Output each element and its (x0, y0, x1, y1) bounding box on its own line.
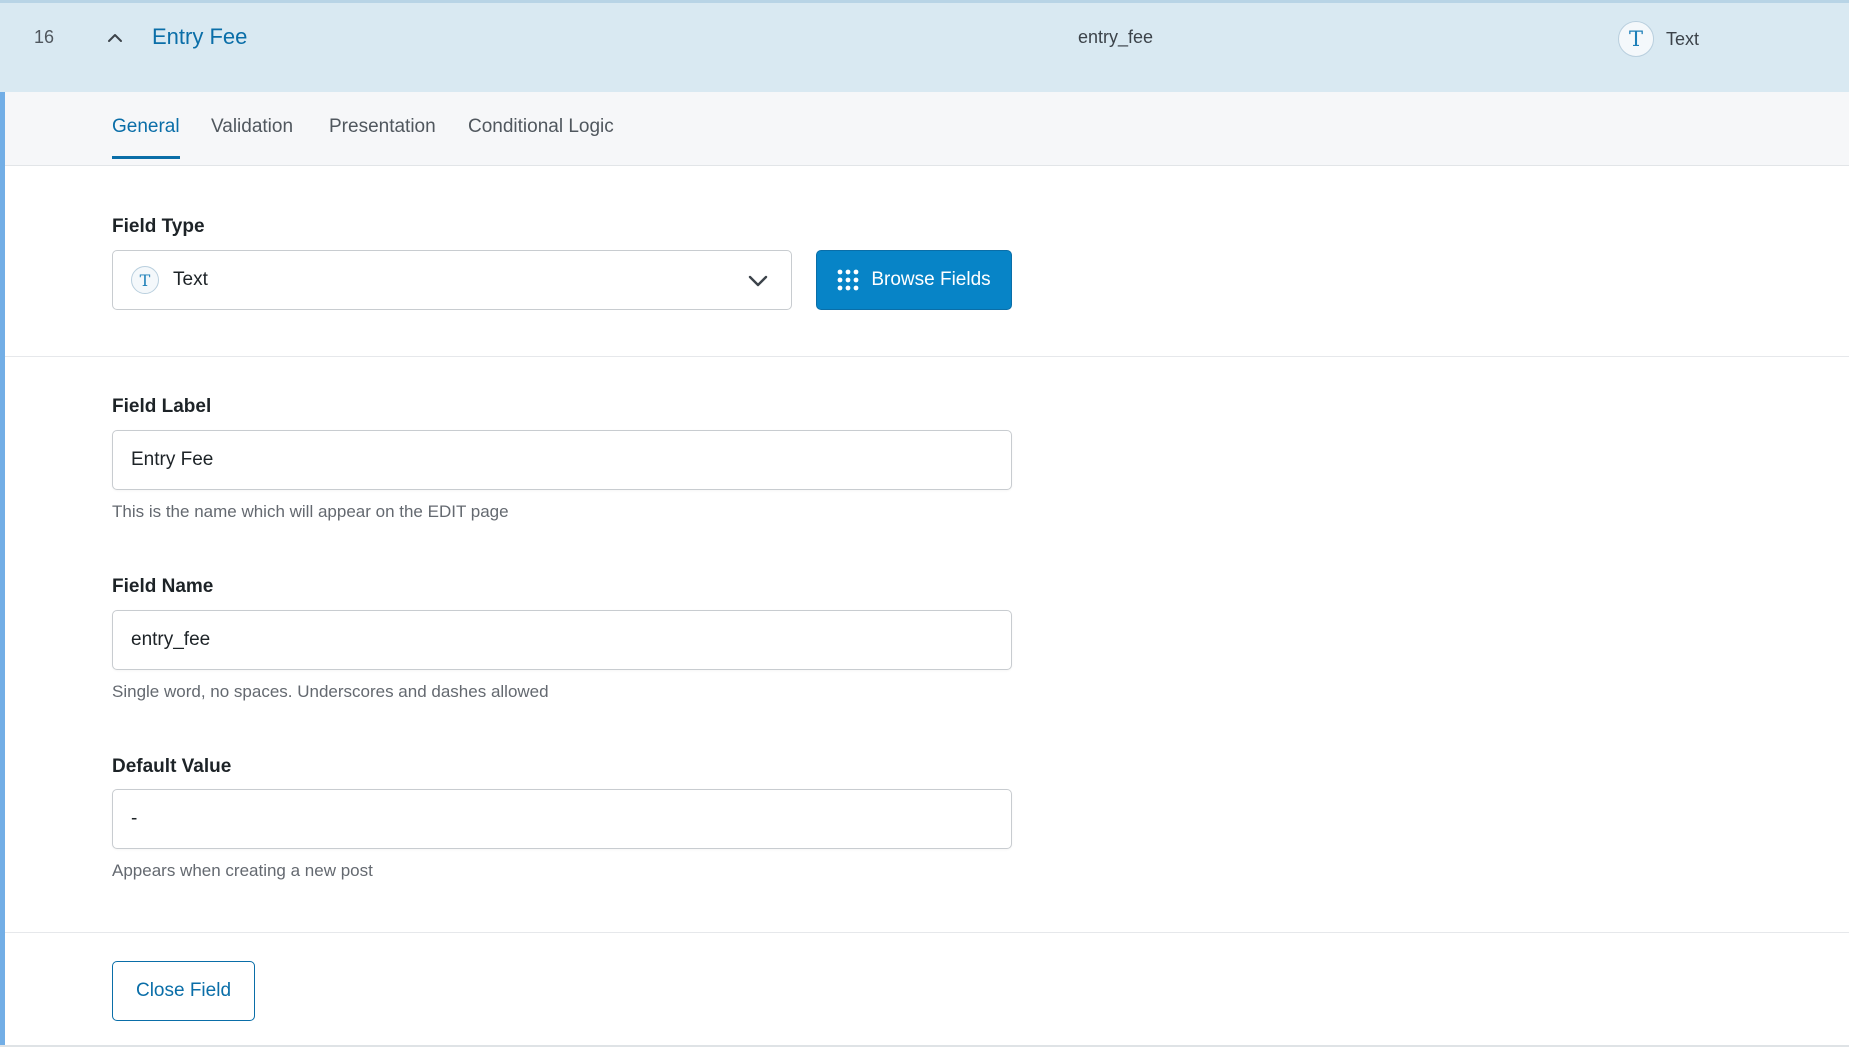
field-label-help: This is the name which will appear on th… (112, 502, 509, 521)
grid-icon (837, 269, 859, 291)
left-accent-bar (0, 92, 5, 1047)
text-type-icon: T (1618, 21, 1654, 57)
field-type-label: Field Type (112, 216, 205, 237)
section-divider (5, 932, 1849, 933)
field-editor: 16 Entry Fee entry_fee T Text General Va… (0, 0, 1849, 1056)
section-divider (5, 356, 1849, 357)
field-type-column: T Text (1618, 21, 1699, 57)
bottom-border (0, 1045, 1849, 1047)
default-value-help: Appears when creating a new post (112, 861, 373, 880)
field-title-link[interactable]: Entry Fee (152, 24, 247, 50)
field-label-heading: Field Label (112, 396, 212, 417)
default-value-input[interactable]: - (112, 789, 1012, 849)
browse-fields-label: Browse Fields (871, 269, 991, 290)
tab-presentation[interactable]: Presentation (329, 116, 436, 156)
default-value-heading: Default Value (112, 756, 232, 777)
tab-conditional-logic[interactable]: Conditional Logic (468, 116, 614, 156)
close-field-button[interactable]: Close Field (112, 961, 255, 1021)
tab-validation[interactable]: Validation (211, 116, 293, 156)
browse-fields-button[interactable]: Browse Fields (816, 250, 1012, 310)
field-label-input[interactable]: Entry Fee (112, 430, 1012, 490)
settings-tabs: General Validation Presentation Conditio… (5, 92, 1849, 166)
field-name-heading: Field Name (112, 576, 214, 597)
field-name-help: Single word, no spaces. Underscores and … (112, 682, 549, 701)
field-header-row[interactable]: 16 Entry Fee entry_fee T Text (0, 0, 1849, 92)
field-type-label: Text (1666, 28, 1700, 49)
field-type-select[interactable]: T Text (112, 250, 792, 310)
chevron-down-icon (748, 275, 768, 287)
field-type-selected: Text (173, 269, 208, 290)
field-name-column: entry_fee (1078, 27, 1154, 47)
row-number: 16 (34, 27, 55, 47)
field-name-input[interactable]: entry_fee (112, 610, 1012, 670)
text-type-icon: T (131, 266, 159, 294)
chevron-up-icon[interactable] (106, 29, 124, 47)
tab-general[interactable]: General (112, 116, 180, 159)
